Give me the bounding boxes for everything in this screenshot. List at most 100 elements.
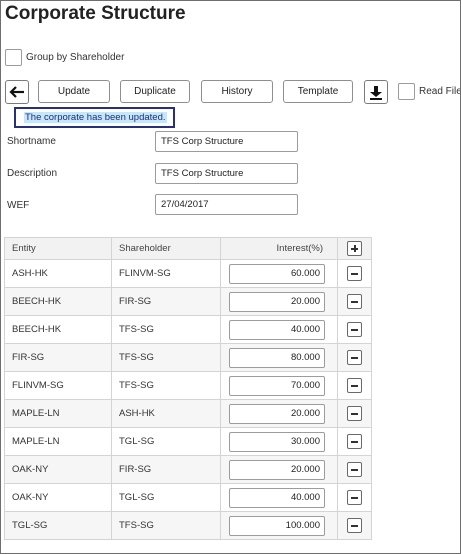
table-row: BEECH-HK TFS-SG 40.000 <box>4 315 372 344</box>
remove-row-button[interactable] <box>347 406 362 421</box>
description-field[interactable]: TFS Corp Structure <box>155 163 298 184</box>
window-frame: Corporate Structure Group by Shareholder… <box>0 0 461 554</box>
status-notice-text: The corporate has been updated. <box>24 112 167 123</box>
interest-input[interactable]: 60.000 <box>229 263 325 284</box>
remove-row-cell <box>337 315 372 344</box>
ownership-table: Entity Shareholder Interest(%) ASH-HK FLI… <box>4 237 372 540</box>
page-title: Corporate Structure <box>5 3 186 24</box>
interest-input[interactable]: 20.000 <box>229 459 325 480</box>
remove-row-button[interactable] <box>347 350 362 365</box>
shortname-label: Shortname <box>7 136 56 147</box>
minus-icon <box>351 469 358 471</box>
back-button[interactable] <box>5 80 29 104</box>
remove-row-button[interactable] <box>347 490 362 505</box>
shareholder-cell: TGL-SG <box>111 483 221 512</box>
template-button[interactable]: Template <box>283 80 353 103</box>
interest-input[interactable]: 30.000 <box>229 431 325 452</box>
table-row: OAK-NY TGL-SG 40.000 <box>4 483 372 512</box>
entity-cell: FLINVM-SG <box>4 371 112 400</box>
interest-cell: 20.000 <box>220 455 338 484</box>
interest-column-header[interactable]: Interest(%) <box>220 237 338 260</box>
remove-row-cell <box>337 427 372 456</box>
table-row: FLINVM-SG TFS-SG 70.000 <box>4 371 372 400</box>
entity-column-header[interactable]: Entity <box>4 237 112 260</box>
interest-input[interactable]: 80.000 <box>229 347 325 368</box>
table-row: MAPLE-LN ASH-HK 20.000 <box>4 399 372 428</box>
minus-icon <box>351 357 358 359</box>
remove-row-button[interactable] <box>347 266 362 281</box>
interest-input[interactable]: 40.000 <box>229 487 325 508</box>
entity-cell: MAPLE-LN <box>4 427 112 456</box>
entity-cell: OAK-NY <box>4 483 112 512</box>
add-row-button[interactable] <box>347 241 362 256</box>
minus-icon <box>351 329 358 331</box>
table-row: BEECH-HK FIR-SG 20.000 <box>4 287 372 316</box>
interest-input[interactable]: 40.000 <box>229 319 325 340</box>
shareholder-cell: TFS-SG <box>111 511 221 540</box>
minus-icon <box>351 497 358 499</box>
read-file-label: Read File <box>419 86 461 97</box>
remove-row-cell <box>337 343 372 372</box>
remove-row-cell <box>337 287 372 316</box>
remove-row-button[interactable] <box>347 294 362 309</box>
wef-date-field[interactable]: 27/04/2017 <box>155 194 298 215</box>
group-by-shareholder-checkbox[interactable] <box>5 49 22 66</box>
minus-icon <box>351 273 358 275</box>
shareholder-cell: FIR-SG <box>111 455 221 484</box>
remove-row-cell <box>337 371 372 400</box>
shareholder-cell: FIR-SG <box>111 287 221 316</box>
minus-icon <box>351 441 358 443</box>
interest-cell: 40.000 <box>220 483 338 512</box>
add-row-cell <box>337 237 372 260</box>
remove-row-button[interactable] <box>347 462 362 477</box>
minus-icon <box>351 385 358 387</box>
read-file-checkbox[interactable] <box>398 83 415 100</box>
minus-icon <box>351 525 358 527</box>
description-label: Description <box>7 168 58 179</box>
shareholder-cell: TFS-SG <box>111 315 221 344</box>
remove-row-button[interactable] <box>347 322 362 337</box>
update-button[interactable]: Update <box>38 80 110 103</box>
interest-cell: 30.000 <box>220 427 338 456</box>
remove-row-button[interactable] <box>347 434 362 449</box>
table-row: ASH-HK FLINVM-SG 60.000 <box>4 259 372 288</box>
interest-input[interactable]: 70.000 <box>229 375 325 396</box>
interest-cell: 40.000 <box>220 315 338 344</box>
minus-icon <box>351 413 358 415</box>
shortname-field[interactable]: TFS Corp Structure <box>155 131 298 152</box>
download-icon <box>370 85 382 100</box>
history-button[interactable]: History <box>201 80 273 103</box>
shareholder-column-header[interactable]: Shareholder <box>111 237 221 260</box>
shareholder-cell: FLINVM-SG <box>111 259 221 288</box>
remove-row-cell <box>337 511 372 540</box>
entity-cell: OAK-NY <box>4 455 112 484</box>
interest-cell: 80.000 <box>220 343 338 372</box>
shareholder-cell: ASH-HK <box>111 399 221 428</box>
wef-label: WEF <box>7 200 30 211</box>
shareholder-cell: TFS-SG <box>111 371 221 400</box>
table-row: FIR-SG TFS-SG 80.000 <box>4 343 372 372</box>
interest-cell: 20.000 <box>220 287 338 316</box>
interest-cell: 60.000 <box>220 259 338 288</box>
interest-cell: 20.000 <box>220 399 338 428</box>
table-row: OAK-NY FIR-SG 20.000 <box>4 455 372 484</box>
shareholder-cell: TFS-SG <box>111 343 221 372</box>
remove-row-cell <box>337 455 372 484</box>
entity-cell: BEECH-HK <box>4 287 112 316</box>
duplicate-button[interactable]: Duplicate <box>120 80 190 103</box>
entity-cell: FIR-SG <box>4 343 112 372</box>
interest-input[interactable]: 20.000 <box>229 403 325 424</box>
remove-row-cell <box>337 483 372 512</box>
remove-row-button[interactable] <box>347 378 362 393</box>
download-button[interactable] <box>364 80 388 104</box>
table-row: TGL-SG TFS-SG 100.000 <box>4 511 372 540</box>
entity-cell: MAPLE-LN <box>4 399 112 428</box>
remove-row-cell <box>337 399 372 428</box>
remove-row-cell <box>337 259 372 288</box>
interest-input[interactable]: 100.000 <box>229 515 325 536</box>
interest-input[interactable]: 20.000 <box>229 291 325 312</box>
remove-row-button[interactable] <box>347 518 362 533</box>
interest-cell: 70.000 <box>220 371 338 400</box>
status-notice: The corporate has been updated. <box>14 107 175 128</box>
left-arrow-icon <box>9 86 24 98</box>
